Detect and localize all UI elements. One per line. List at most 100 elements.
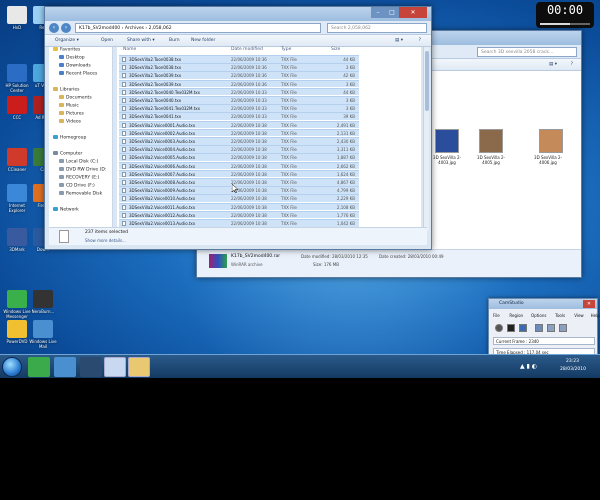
view-options-icon[interactable]: ▤ ▾ xyxy=(549,62,557,67)
desktop-shortcut[interactable]: Windows Live Mail xyxy=(28,320,58,349)
camstudio-menu-options[interactable]: Options xyxy=(531,313,546,318)
back-button[interactable]: ‹ xyxy=(49,23,59,33)
nav-removable-disk[interactable]: Removable Disk xyxy=(59,191,102,197)
maximize-button[interactable]: □ xyxy=(385,7,399,18)
nav-cd-drive[interactable]: CD Drive (F:) xyxy=(59,183,95,189)
region-icon[interactable] xyxy=(535,324,543,332)
file-row[interactable]: 3DSexVilla2.Voice0009.Audio.txx 22/06/200… xyxy=(119,186,359,194)
nav-downloads[interactable]: Downloads xyxy=(59,63,91,69)
file-row[interactable]: 3DSexVilla2.Voice0002.Audio.txx 22/06/200… xyxy=(119,128,359,137)
nav-network[interactable]: Network xyxy=(53,207,79,213)
file-row[interactable]: 3DSexVilla2.Voice0003.Audio.txx 22/06/200… xyxy=(119,137,359,145)
file-row[interactable]: 3DSexVilla2.Toon0039.txx 22/06/2009 10:36… xyxy=(119,71,359,79)
pause-button[interactable] xyxy=(507,324,515,332)
file-row[interactable]: 3DSexVilla2.Toon0041.Tex032M.txx 22/06/20… xyxy=(119,104,359,112)
file-row[interactable]: 3DSexVilla2.Voice0001.Audio.txx 22/06/200… xyxy=(119,120,359,129)
taskbar-camstudio-icon[interactable] xyxy=(104,357,126,377)
column-name[interactable]: Name xyxy=(123,47,136,52)
file-row[interactable]: 3DSexVilla2.Toon0040.txx 22/06/2009 10:33… xyxy=(119,96,359,104)
taskbar-media-player-icon[interactable] xyxy=(80,357,102,377)
forward-button[interactable]: › xyxy=(61,23,71,33)
help-icon[interactable]: ? xyxy=(419,38,421,43)
nav-pictures[interactable]: Pictures xyxy=(59,111,84,117)
stop-button[interactable] xyxy=(519,324,527,332)
homegroup-icon xyxy=(53,135,58,139)
column-type[interactable]: Type xyxy=(281,47,291,52)
title-bar[interactable]: – □ ✕ xyxy=(45,7,431,21)
nav-documents[interactable]: Documents xyxy=(59,95,92,101)
file-date-modified: 22/06/2009 10:33 xyxy=(231,89,267,95)
nav-computer[interactable]: Computer xyxy=(53,151,82,157)
file-row[interactable]: 3DSexVilla2.Voice0010.Audio.txx 22/06/200… xyxy=(119,194,359,202)
help-icon[interactable]: ? xyxy=(571,62,573,67)
nav-homegroup[interactable]: Homegroup xyxy=(53,135,86,141)
file-row[interactable]: 3DSexVilla2.Toon0041.txx 22/06/2009 10:33… xyxy=(119,112,359,120)
nav-libraries[interactable]: Libraries xyxy=(53,87,79,93)
file-row[interactable]: 3DSexVilla2.Toon0040.Tex032M.txx 22/06/20… xyxy=(119,87,359,96)
thumbnail-image[interactable] xyxy=(539,129,563,153)
file-row[interactable]: 3DSexVilla2.Voice0007.Audio.txx 22/06/200… xyxy=(119,169,359,178)
taskbar-explorer-icon[interactable] xyxy=(128,357,150,377)
breadcrumb[interactable]: K17b_SV2mod400 › Archives › 2,058,062 xyxy=(75,23,321,33)
camstudio-menu-help[interactable]: Help xyxy=(591,313,600,318)
file-row[interactable]: 3DSexVilla2.Voice0005.Audio.txx 22/06/200… xyxy=(119,153,359,161)
thumbnail-caption: 3D SexVilla 2-4005.jpg xyxy=(477,155,505,165)
nav-videos[interactable]: Videos xyxy=(59,119,81,125)
taskbar-date[interactable]: 28/03/2010 xyxy=(560,367,586,372)
camera-icon[interactable] xyxy=(547,324,555,332)
nav-recent[interactable]: Recent Places xyxy=(59,71,97,77)
new-folder-button[interactable]: New folder xyxy=(191,38,215,43)
file-row[interactable]: 3DSexVilla2.Voice0012.Audio.txx 22/06/200… xyxy=(119,210,359,219)
search-input[interactable]: Search 3D sexvilla 2058 crack... xyxy=(477,47,577,57)
camstudio-title-bar[interactable]: CamStudio ✕ xyxy=(489,299,597,309)
taskbar-utorrent-icon[interactable] xyxy=(28,357,50,377)
nav-dvd-drive[interactable]: DVD RW Drive (D: xyxy=(59,167,106,173)
nav-favorites[interactable]: Favorites xyxy=(53,47,80,53)
start-button[interactable] xyxy=(2,357,22,377)
file-row[interactable]: 3DSexVilla2.Toon0038.txx 22/06/2009 10:36… xyxy=(119,63,359,71)
file-size: 2,229 KB xyxy=(336,196,355,202)
share-with-button[interactable]: Share with ▾ xyxy=(127,38,155,43)
scrollbar-thumb[interactable] xyxy=(425,51,429,111)
file-name: 3DSexVilla2.Voice0005.Audio.txx xyxy=(129,155,196,161)
open-button[interactable]: Open xyxy=(101,38,113,43)
vertical-scrollbar[interactable] xyxy=(423,47,429,231)
file-row[interactable]: 3DSexVilla2.Voice0013.Audio.txx 22/06/200… xyxy=(119,219,359,227)
thumbnail-image[interactable] xyxy=(435,129,459,153)
column-date-modified[interactable]: Date modified xyxy=(231,47,263,52)
close-button[interactable]: ✕ xyxy=(583,300,595,308)
camstudio-window[interactable]: CamStudio ✕ File Region Options Tools View He… xyxy=(488,298,600,360)
camstudio-menu-view[interactable]: View xyxy=(574,313,584,318)
file-row[interactable]: 3DSexVilla2.Toon0039.txx 22/06/2009 10:36… xyxy=(119,79,359,88)
taskbar-time[interactable]: 23:23 xyxy=(566,359,579,364)
file-row[interactable]: 3DSexVilla2.Voice0008.Audio.txx 22/06/200… xyxy=(119,178,359,186)
nav-recovery[interactable]: RECOVERY (E:) xyxy=(59,175,99,181)
camstudio-menu-tools[interactable]: Tools xyxy=(555,313,565,318)
nav-music[interactable]: Music xyxy=(59,103,79,109)
file-row[interactable]: 3DSexVilla2.Toon0038.txx 22/06/2009 10:36… xyxy=(119,55,359,63)
nav-local-disk[interactable]: Local Disk (C:) xyxy=(59,159,98,165)
burn-button[interactable]: Burn xyxy=(169,38,180,43)
nav-desktop[interactable]: Desktop xyxy=(59,55,85,61)
desktop-shortcut[interactable]: NeroBurn... xyxy=(28,290,58,314)
taskbar-internet-explorer-icon[interactable] xyxy=(54,357,76,377)
settings-icon[interactable] xyxy=(559,324,567,332)
record-button[interactable] xyxy=(495,324,503,332)
close-button[interactable]: ✕ xyxy=(399,7,427,18)
navigation-pane: Favorites Desktop Downloads Recent Place… xyxy=(49,47,113,231)
thumbnail-image[interactable] xyxy=(479,129,503,153)
show-more-details-link[interactable]: Show more details... xyxy=(85,238,126,243)
file-row[interactable]: 3DSexVilla2.Voice0011.Audio.txx 22/06/200… xyxy=(119,202,359,211)
minimize-button[interactable]: – xyxy=(371,7,385,18)
camstudio-menu-file[interactable]: File xyxy=(493,313,500,318)
file-row[interactable]: 3DSexVilla2.Voice0004.Audio.txx 22/06/200… xyxy=(119,145,359,153)
file-row[interactable]: 3DSexVilla2.Voice0006.Audio.txx 22/06/200… xyxy=(119,161,359,170)
documents-icon xyxy=(59,95,64,99)
tray-icons[interactable]: ▲ ▮ ◐ xyxy=(520,363,537,370)
search-input[interactable]: Search 2,058,062 xyxy=(327,23,427,33)
camstudio-menu-region[interactable]: Region xyxy=(509,313,523,318)
explorer-window[interactable]: – □ ✕ ‹ › K17b_SV2mod400 › Archives › 2,… xyxy=(44,6,432,250)
view-options-icon[interactable]: ▤ ▾ xyxy=(395,38,403,43)
organize-button[interactable]: Organize ▾ xyxy=(55,38,79,43)
column-size[interactable]: Size xyxy=(331,47,340,52)
